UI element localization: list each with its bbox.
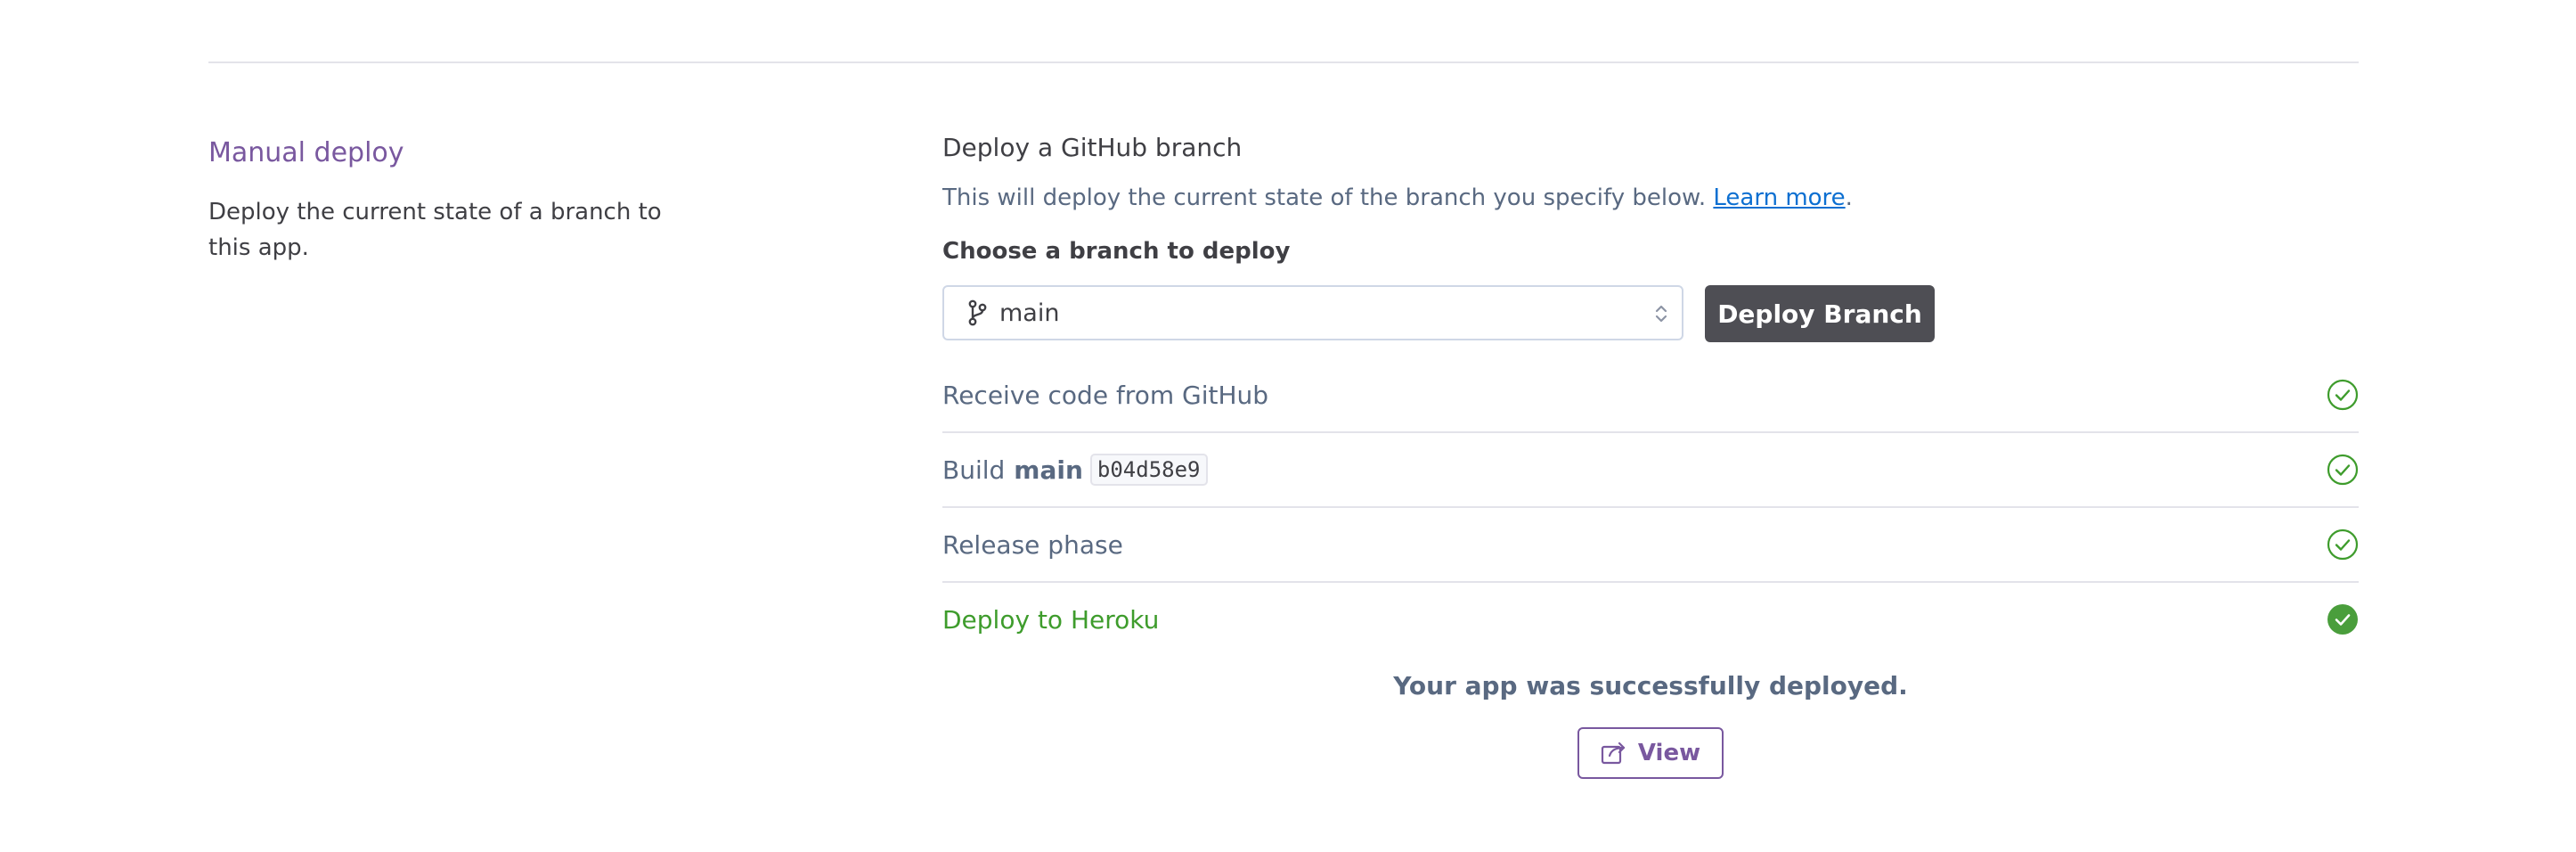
deploy-description: This will deploy the current state of th… <box>942 180 2359 216</box>
step-deploy-heroku: Deploy to Heroku <box>942 583 2359 656</box>
deploy-steps: Receive code from GitHub Build main b04d… <box>942 358 2359 656</box>
commit-hash: b04d58e9 <box>1089 454 1208 486</box>
deploy-description-end: . <box>1845 184 1853 211</box>
git-branch-icon <box>966 299 989 326</box>
step-label: Build main b04d58e9 <box>942 454 1208 486</box>
step-receive-code: Receive code from GitHub <box>942 358 2359 433</box>
step-release-phase: Release phase <box>942 508 2359 583</box>
view-button-wrap: View <box>942 727 2359 779</box>
choose-branch-label: Choose a branch to deploy <box>942 238 1291 265</box>
branch-select[interactable]: main <box>942 285 1683 340</box>
check-circle-outline-icon <box>2327 528 2359 561</box>
section-info: Manual deploy Deploy the current state o… <box>208 132 707 266</box>
branch-select-value: main <box>999 299 1060 327</box>
select-arrows-icon <box>1653 302 1669 325</box>
deploy-panel: Deploy a GitHub branch This will deploy … <box>942 128 2359 779</box>
deploy-success-message: Your app was successfully deployed. <box>1393 671 1908 700</box>
build-branch-name: main <box>1014 455 1083 485</box>
external-link-icon <box>1601 741 1627 765</box>
section-divider <box>208 61 2359 63</box>
step-build: Build main b04d58e9 <box>942 433 2359 508</box>
section-title: Manual deploy <box>208 137 404 168</box>
view-app-button[interactable]: View <box>1577 727 1724 779</box>
learn-more-link[interactable]: Learn more <box>1713 184 1845 211</box>
view-button-label: View <box>1637 740 1701 766</box>
check-circle-outline-icon <box>2327 379 2359 411</box>
section-description: Deploy the current state of a branch to … <box>208 199 662 261</box>
deploy-title: Deploy a GitHub branch <box>942 133 1243 162</box>
check-circle-filled-icon <box>2327 603 2359 635</box>
manual-deploy-page: Manual deploy Deploy the current state o… <box>0 0 2576 852</box>
build-label: Build <box>942 455 1006 485</box>
branch-row: main Deploy Branch <box>942 285 2359 342</box>
step-label: Release phase <box>942 529 1123 560</box>
deploy-branch-button[interactable]: Deploy Branch <box>1705 285 1935 342</box>
step-label: Deploy to Heroku <box>942 604 1160 635</box>
deploy-description-text: This will deploy the current state of th… <box>942 184 1707 211</box>
step-label: Receive code from GitHub <box>942 380 1269 410</box>
check-circle-outline-icon <box>2327 454 2359 486</box>
